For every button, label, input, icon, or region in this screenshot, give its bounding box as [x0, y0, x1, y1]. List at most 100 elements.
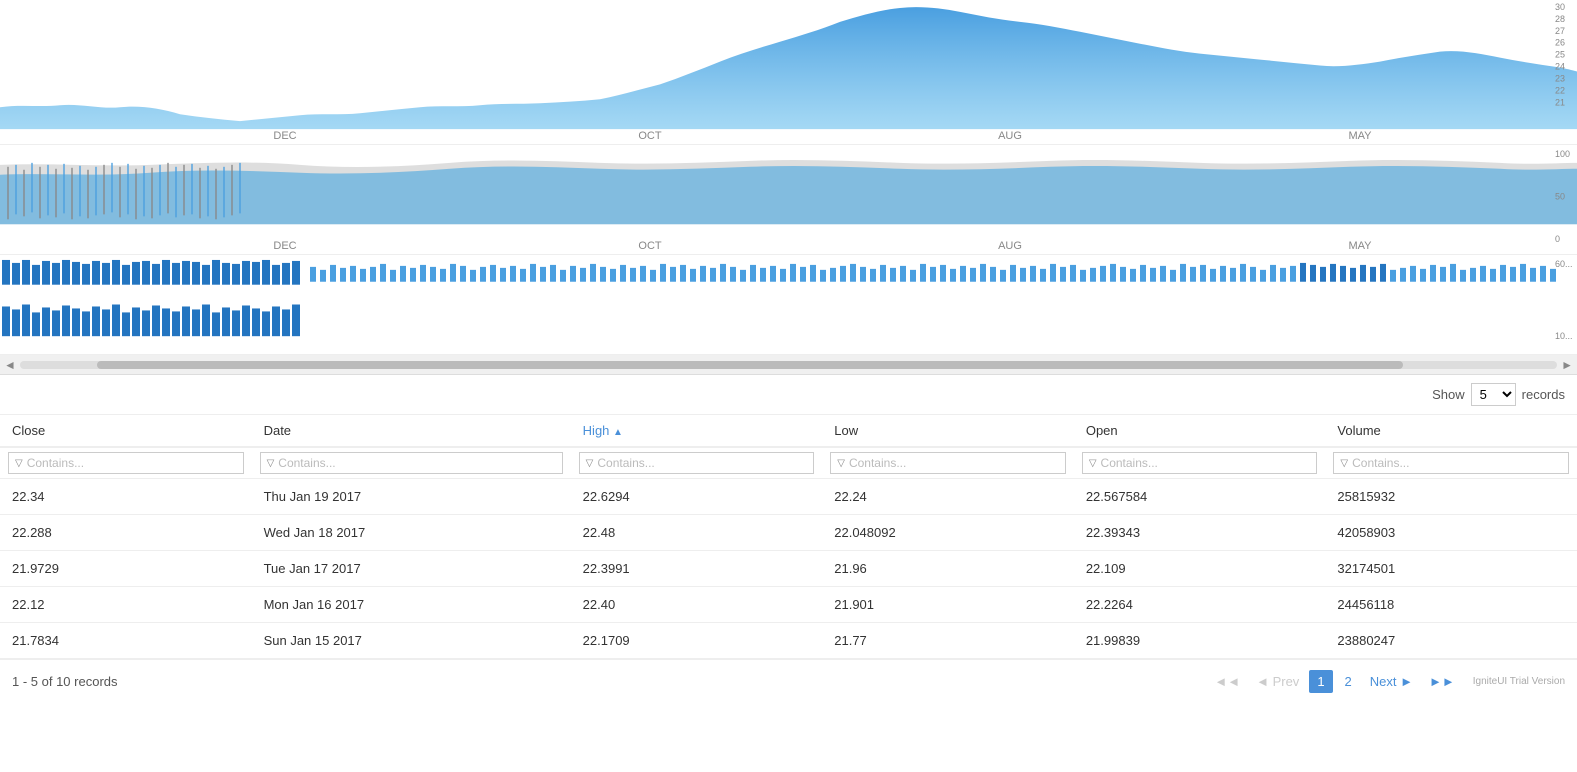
filter-date: ▽ Contains...	[252, 447, 571, 479]
filter-close: ▽ Contains...	[0, 447, 252, 479]
cell-low: 21.96	[822, 551, 1074, 587]
table-row: 22.288Wed Jan 18 201722.4822.04809222.39…	[0, 515, 1577, 551]
watermark: IgniteUI Trial Version	[1473, 676, 1565, 687]
svg-text:30: 30	[1555, 2, 1565, 12]
chart-scrollbar[interactable]: ◄ ►	[0, 355, 1577, 375]
cell-open: 22.39343	[1074, 515, 1326, 551]
first-page-button[interactable]: ◄◄	[1208, 670, 1246, 693]
prev-page-button[interactable]: ◄ Prev	[1250, 670, 1305, 693]
table-row: 22.34Thu Jan 19 201722.629422.2422.56758…	[0, 479, 1577, 515]
filter-volume: ▽ Contains...	[1325, 447, 1577, 479]
volume-bar-chart: 60... 10...	[0, 255, 1577, 355]
cell-open: 22.2264	[1074, 587, 1326, 623]
cell-high: 22.1709	[571, 623, 823, 659]
cell-date: Thu Jan 19 2017	[252, 479, 571, 515]
col-header-close[interactable]: Close	[0, 415, 252, 447]
cell-low: 21.901	[822, 587, 1074, 623]
filter-high: ▽ Contains...	[571, 447, 823, 479]
cell-date: Mon Jan 16 2017	[252, 587, 571, 623]
svg-text:DEC: DEC	[273, 240, 296, 252]
col-header-high[interactable]: High ▲	[571, 415, 823, 447]
svg-text:MAY: MAY	[1349, 240, 1373, 252]
filter-icon-volume: ▽	[1340, 458, 1348, 469]
records-per-page-select[interactable]: 5 10 25	[1471, 383, 1516, 406]
table-row: 21.9729Tue Jan 17 201722.399121.9622.109…	[0, 551, 1577, 587]
filter-low: ▽ Contains...	[822, 447, 1074, 479]
records-info: 1 - 5 of 10 records	[12, 674, 118, 689]
filter-icon-low: ▽	[837, 458, 845, 469]
page-1-button[interactable]: 1	[1309, 670, 1332, 693]
cell-close: 22.12	[0, 587, 252, 623]
cell-high: 22.48	[571, 515, 823, 551]
col-header-open[interactable]: Open	[1074, 415, 1326, 447]
svg-text:60...: 60...	[1555, 259, 1572, 269]
svg-text:0: 0	[1555, 234, 1560, 244]
svg-text:MAY: MAY	[1348, 130, 1372, 142]
col-header-low[interactable]: Low	[822, 415, 1074, 447]
data-table: Close Date High ▲ Low Open Volume ▽	[0, 415, 1577, 659]
filter-icon-high: ▽	[586, 458, 594, 469]
cell-open: 22.109	[1074, 551, 1326, 587]
cell-close: 21.9729	[0, 551, 252, 587]
candlestick-chart: DEC OCT AUG MAY 100 50 0	[0, 145, 1577, 255]
cell-date: Sun Jan 15 2017	[252, 623, 571, 659]
pagination-controls: ◄◄ ◄ Prev 1 2 Next ► ►► IgniteUI Trial V…	[1208, 670, 1565, 693]
svg-text:28: 28	[1555, 14, 1565, 24]
svg-text:50: 50	[1555, 192, 1565, 202]
cell-close: 22.34	[0, 479, 252, 515]
svg-text:22: 22	[1555, 85, 1565, 95]
cell-low: 22.24	[822, 479, 1074, 515]
cell-open: 22.567584	[1074, 479, 1326, 515]
show-label: Show	[1432, 387, 1465, 402]
svg-text:100: 100	[1555, 149, 1570, 159]
price-area-chart: DEC OCT AUG MAY 30 28 27 26 25 24 23 22 …	[0, 0, 1577, 145]
svg-text:AUG: AUG	[998, 240, 1022, 252]
col-header-volume[interactable]: Volume	[1325, 415, 1577, 447]
cell-volume: 23880247	[1325, 623, 1577, 659]
cell-high: 22.3991	[571, 551, 823, 587]
cell-open: 21.99839	[1074, 623, 1326, 659]
table-row: 22.12Mon Jan 16 201722.4021.90122.226424…	[0, 587, 1577, 623]
filter-icon-open: ▽	[1089, 458, 1097, 469]
filter-input-volume[interactable]: ▽ Contains...	[1333, 452, 1569, 474]
svg-text:23: 23	[1555, 73, 1565, 83]
cell-volume: 25815932	[1325, 479, 1577, 515]
filter-icon-close: ▽	[15, 458, 23, 469]
filter-input-low[interactable]: ▽ Contains...	[830, 452, 1066, 474]
svg-text:OCT: OCT	[638, 130, 662, 142]
cell-close: 22.288	[0, 515, 252, 551]
price-area-svg: DEC OCT AUG MAY 30 28 27 26 25 24 23 22 …	[0, 0, 1577, 144]
records-label: records	[1522, 387, 1565, 402]
cell-close: 21.7834	[0, 623, 252, 659]
filter-input-high[interactable]: ▽ Contains...	[579, 452, 815, 474]
svg-text:DEC: DEC	[273, 130, 296, 142]
table-body: 22.34Thu Jan 19 201722.629422.2422.56758…	[0, 479, 1577, 659]
cell-low: 22.048092	[822, 515, 1074, 551]
volume-bar-svg: 60... 10...	[0, 255, 1577, 354]
filter-open: ▽ Contains...	[1074, 447, 1326, 479]
filter-input-open[interactable]: ▽ Contains...	[1082, 452, 1318, 474]
col-header-date[interactable]: Date	[252, 415, 571, 447]
scrollbar-thumb[interactable]	[97, 361, 1404, 369]
cell-date: Wed Jan 18 2017	[252, 515, 571, 551]
svg-text:10...: 10...	[1555, 331, 1572, 341]
svg-text:AUG: AUG	[998, 130, 1022, 142]
cell-high: 22.40	[571, 587, 823, 623]
filter-input-date[interactable]: ▽ Contains...	[260, 452, 563, 474]
pagination-bar: 1 - 5 of 10 records ◄◄ ◄ Prev 1 2 Next ►…	[0, 659, 1577, 703]
table-controls: Show 5 10 25 records	[0, 375, 1577, 415]
svg-text:27: 27	[1555, 26, 1565, 36]
filter-input-close[interactable]: ▽ Contains...	[8, 452, 244, 474]
last-page-button[interactable]: ►►	[1423, 670, 1461, 693]
page-2-button[interactable]: 2	[1337, 670, 1360, 693]
svg-text:21: 21	[1555, 97, 1565, 107]
candlestick-svg: DEC OCT AUG MAY 100 50 0	[0, 145, 1577, 254]
table-header-row: Close Date High ▲ Low Open Volume	[0, 415, 1577, 447]
cell-volume: 24456118	[1325, 587, 1577, 623]
next-page-button[interactable]: Next ►	[1364, 670, 1419, 693]
scrollbar-track[interactable]	[20, 361, 1557, 369]
cell-volume: 32174501	[1325, 551, 1577, 587]
table-row: 21.7834Sun Jan 15 201722.170921.7721.998…	[0, 623, 1577, 659]
svg-text:25: 25	[1555, 50, 1565, 60]
filter-icon-date: ▽	[267, 458, 275, 469]
